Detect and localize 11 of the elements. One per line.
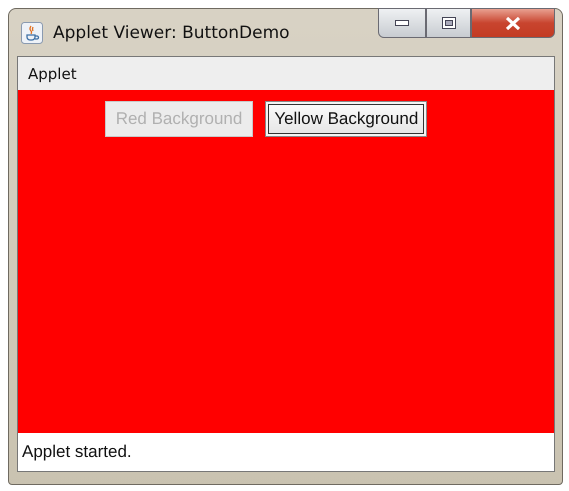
- window-title: Applet Viewer: ButtonDemo: [53, 22, 291, 42]
- minimize-icon: [395, 20, 409, 26]
- close-icon: [505, 16, 521, 30]
- background-button[interactable]: Yellow Background: [265, 101, 428, 137]
- java-cup-icon: [21, 22, 43, 44]
- status-text: Applet started.: [21, 441, 133, 463]
- menu-item[interactable]: Applet: [28, 64, 77, 82]
- maximize-button[interactable]: [426, 8, 471, 38]
- minimize-button[interactable]: [378, 8, 426, 38]
- maximize-icon: [442, 17, 456, 29]
- close-button[interactable]: [471, 8, 555, 38]
